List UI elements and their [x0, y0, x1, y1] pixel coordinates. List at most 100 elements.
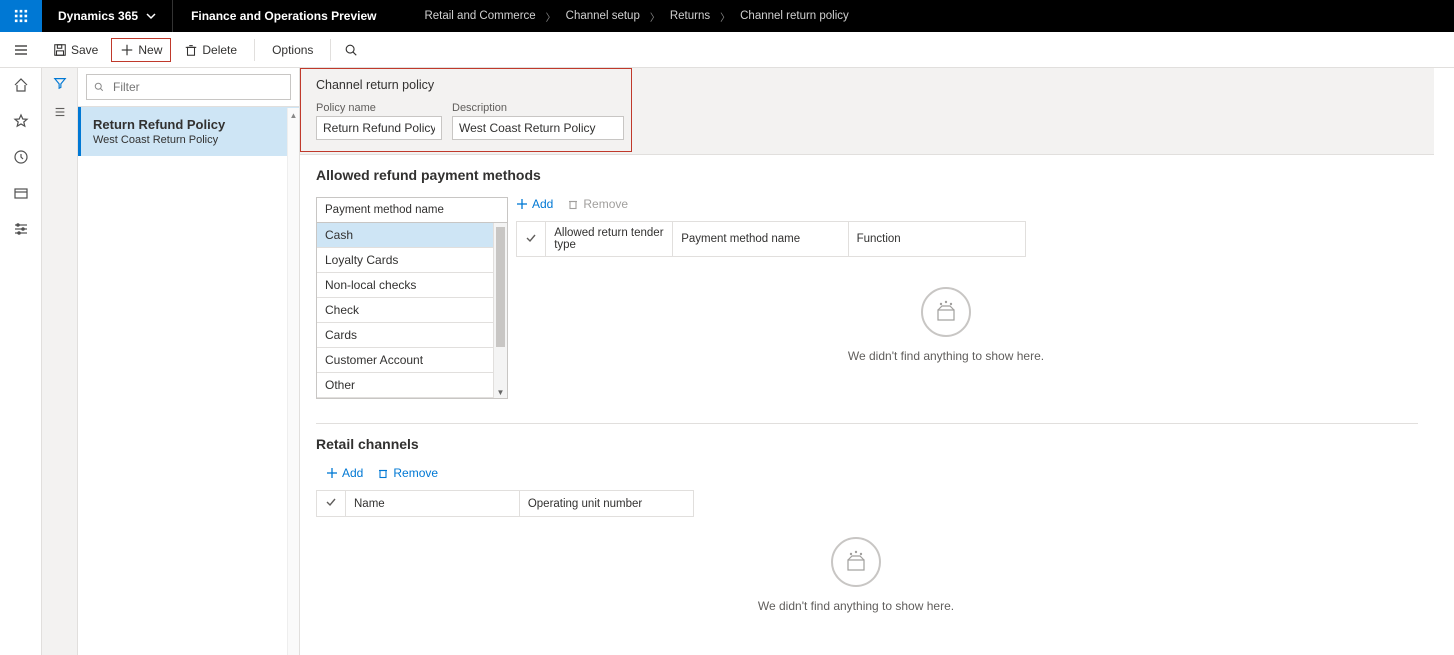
refund-section-title: Allowed refund payment methods — [316, 167, 1418, 183]
app-header: Dynamics 365 Finance and Operations Prev… — [0, 0, 1454, 32]
list-filter-input[interactable] — [111, 79, 284, 95]
clock-icon — [13, 149, 29, 165]
app-body: Return Refund Policy West Coast Return P… — [0, 68, 1454, 655]
payment-method-item[interactable]: Cash — [317, 223, 507, 248]
refund-grid-col-0[interactable]: Allowed return tender type — [546, 222, 673, 257]
funnel-icon — [53, 76, 67, 90]
list-item-title: Return Refund Policy — [93, 117, 287, 132]
crumb-1[interactable]: Channel setup — [566, 10, 640, 22]
filter-rail — [42, 68, 78, 655]
refund-grid: Allowed return tender type Payment metho… — [516, 221, 1026, 257]
payment-method-list: Payment method name Cash Loyalty Cards N… — [316, 197, 508, 399]
channels-empty-state: We didn't find anything to show here. — [316, 517, 1396, 643]
record-list: Return Refund Policy West Coast Return P… — [78, 106, 299, 156]
channels-section: Retail channels Add Remove — [300, 424, 1434, 655]
channels-grid-toolbar: Add Remove — [316, 466, 1418, 480]
list-scrollbar[interactable]: ▲ — [287, 108, 299, 655]
payment-method-item[interactable]: Other — [317, 373, 507, 398]
modules-button[interactable] — [12, 220, 30, 238]
home-button[interactable] — [12, 76, 30, 94]
plus-icon — [120, 43, 134, 57]
refund-grid-col-1[interactable]: Payment method name — [673, 222, 848, 257]
channels-empty-message: We didn't find anything to show here. — [316, 599, 1396, 613]
payment-method-list-body: Cash Loyalty Cards Non-local checks Chec… — [317, 223, 507, 398]
channels-section-title: Retail channels — [316, 436, 1418, 452]
chevron-right-icon: 〉 — [720, 9, 730, 24]
search-button[interactable] — [339, 38, 363, 62]
star-icon — [13, 113, 29, 129]
chevron-right-icon: 〉 — [650, 9, 660, 24]
select-all-header[interactable] — [317, 491, 346, 517]
recent-button[interactable] — [12, 148, 30, 166]
payment-method-item[interactable]: Non-local checks — [317, 273, 507, 298]
payment-method-list-header: Payment method name — [317, 198, 507, 223]
policy-desc-label: Description — [452, 102, 624, 114]
select-all-header[interactable] — [517, 222, 546, 257]
refund-grid-col-2[interactable]: Function — [848, 222, 1025, 257]
waffle-icon — [14, 9, 28, 23]
channels-grid: Name Operating unit number — [316, 490, 694, 517]
save-button[interactable]: Save — [44, 38, 107, 62]
list-item-subtitle: West Coast Return Policy — [93, 134, 287, 146]
list-item[interactable]: Return Refund Policy West Coast Return P… — [78, 107, 299, 156]
home-icon — [13, 77, 29, 93]
channels-grid-col-1[interactable]: Operating unit number — [519, 491, 693, 517]
refund-add-button[interactable]: Add — [516, 197, 553, 211]
divider — [330, 39, 331, 61]
list-filter-box[interactable] — [86, 74, 291, 100]
payment-method-item[interactable]: Loyalty Cards — [317, 248, 507, 273]
app-launcher-button[interactable] — [0, 0, 42, 32]
scroll-thumb[interactable] — [496, 227, 505, 347]
policy-desc-field: Description — [452, 102, 624, 140]
new-button[interactable]: New — [111, 38, 171, 62]
policy-name-field: Policy name — [316, 102, 442, 140]
delete-button[interactable]: Delete — [175, 38, 246, 62]
command-bar: Save New Delete Options — [0, 32, 1454, 68]
channels-add-button[interactable]: Add — [326, 466, 363, 480]
refund-section: Allowed refund payment methods Payment m… — [300, 155, 1434, 423]
check-icon — [325, 496, 337, 508]
crumb-3[interactable]: Channel return policy — [740, 10, 849, 22]
policy-name-input[interactable] — [316, 116, 442, 140]
brand-dropdown[interactable]: Dynamics 365 — [42, 0, 172, 32]
plus-icon — [516, 198, 528, 210]
brand-label: Dynamics 365 — [58, 9, 138, 23]
scroll-down-icon: ▼ — [494, 386, 507, 398]
list-settings-icon — [13, 221, 29, 237]
search-icon — [93, 81, 105, 93]
refund-grid-toolbar: Add Remove — [516, 197, 1418, 211]
channels-remove-button[interactable]: Remove — [377, 466, 438, 480]
save-icon — [53, 43, 67, 57]
list-toggle-button[interactable] — [53, 105, 67, 122]
crumb-0[interactable]: Retail and Commerce — [424, 10, 535, 22]
hamburger-button[interactable] — [0, 42, 42, 58]
breadcrumb: Retail and Commerce 〉 Channel setup 〉 Re… — [400, 0, 872, 32]
payment-method-item[interactable]: Cards — [317, 323, 507, 348]
favorites-button[interactable] — [12, 112, 30, 130]
chevron-down-icon — [146, 11, 156, 21]
workspaces-button[interactable] — [12, 184, 30, 202]
options-button[interactable]: Options — [263, 38, 322, 62]
policy-section-title: Channel return policy — [316, 78, 1418, 92]
refund-empty-state: We didn't find anything to show here. — [516, 257, 1376, 393]
filter-toggle-button[interactable] — [53, 76, 67, 93]
left-icon-rail — [0, 68, 42, 655]
payment-method-item[interactable]: Check — [317, 298, 507, 323]
trash-icon — [184, 43, 198, 57]
channels-grid-col-0[interactable]: Name — [346, 491, 520, 517]
search-icon — [344, 43, 358, 57]
scroll-up-icon: ▲ — [288, 108, 299, 122]
refund-remove-button[interactable]: Remove — [567, 197, 628, 211]
record-list-pane: Return Refund Policy West Coast Return P… — [78, 68, 300, 655]
policy-name-label: Policy name — [316, 102, 442, 114]
divider — [254, 39, 255, 61]
payment-method-item[interactable]: Customer Account — [317, 348, 507, 373]
check-icon — [525, 232, 537, 244]
module-label: Finance and Operations Preview — [172, 0, 400, 32]
payment-method-scrollbar[interactable]: ▲ ▼ — [493, 223, 507, 398]
crumb-2[interactable]: Returns — [670, 10, 710, 22]
hamburger-icon — [13, 42, 29, 58]
list-icon — [53, 105, 67, 119]
policy-desc-input[interactable] — [452, 116, 624, 140]
workspace-icon — [13, 185, 29, 201]
